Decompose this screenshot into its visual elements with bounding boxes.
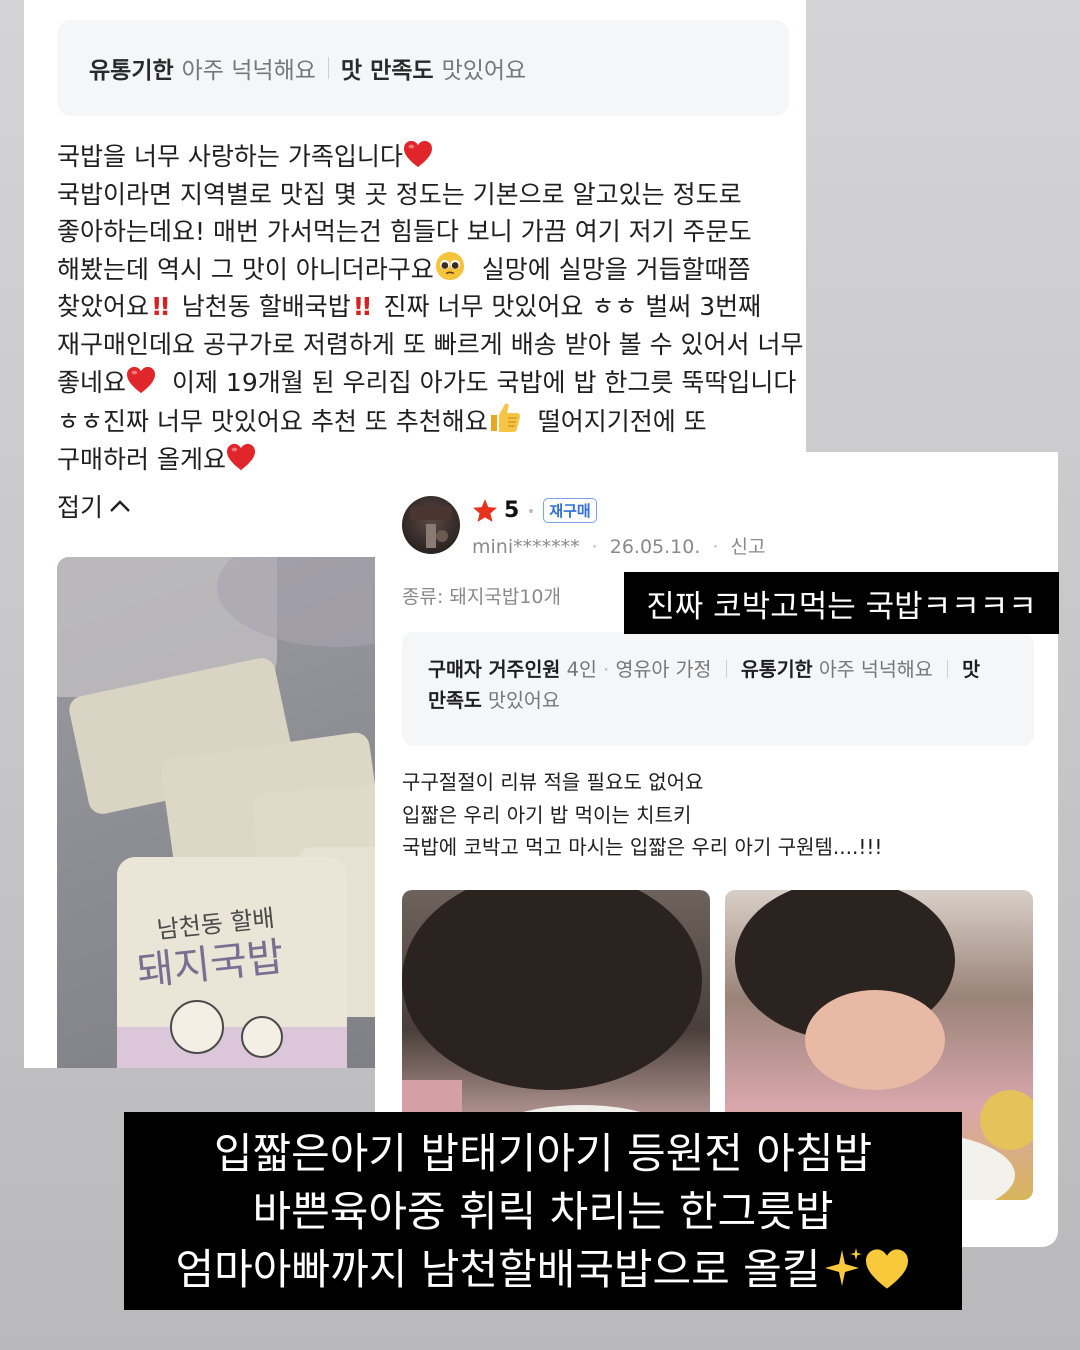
rating-score: 5: [504, 498, 520, 523]
review-line: 국밥이라면 지역별로 맛집 몇 곳 정도는 기본으로 알고있는 정도로: [57, 179, 742, 209]
review-line: 구매하러 올게요: [57, 444, 226, 474]
meta-dot: [529, 508, 534, 513]
review-line: 좋네요: [57, 367, 127, 397]
attr-divider: [725, 660, 727, 678]
attr-divider: [327, 57, 329, 79]
review-line: 재구매인데요 공구가로 저렴하게 또 빠르게 배송 받아 볼 수 있어서 너무: [57, 329, 804, 359]
heart-icon: [403, 140, 432, 168]
review-line: 국밥에 코박고 먹고 마시는 입짧은 우리 아기 구원템....!!!: [402, 835, 883, 859]
review-attributes: 유통기한 아주 넉넉해요 맛 만족도 맛있어요: [57, 20, 789, 116]
attr-key-taste: 맛 만족도: [340, 58, 434, 84]
lighthouse-avatar[interactable]: [402, 496, 460, 554]
attr-key-household: 구매자 거주인원: [428, 658, 561, 681]
fold-label: 접기: [57, 493, 104, 522]
fold-button[interactable]: 접기: [57, 488, 131, 524]
review-line: ㅎㅎ진짜 너무 맛있어요 추천 또 추천해요: [57, 407, 488, 437]
review-line: 좋아하는데요! 매번 가서먹는건 힘들다 보니 가끔 여기 저기 주문도: [57, 217, 752, 247]
star-icon: [473, 499, 497, 522]
attr-key-satisfaction: 만족도: [428, 689, 482, 712]
attr-divider: [946, 660, 948, 678]
attr-value-infant: 영유아 가정: [615, 658, 712, 681]
attr-value-taste: 맛있어요: [441, 58, 527, 84]
review-body: 구구절절이 리뷰 적을 필요도 없어요 입짧은 우리 아기 밥 먹이는 치트키 …: [402, 766, 1042, 864]
double-exclamation-icon: !!: [352, 292, 373, 322]
rebuy-badge: 재구매: [543, 498, 597, 523]
yellow-heart-icon: [866, 1249, 909, 1289]
review-line: 입짧은 우리 아기 밥 먹이는 치트키: [402, 802, 692, 827]
review-line: 남천동 할배국밥: [181, 292, 351, 322]
attr-key-expiry: 유통기한: [89, 58, 174, 84]
attr-value-satisfaction: 맛있어요: [488, 689, 560, 712]
attr-value-expiry: 아주 넉넉해요: [818, 658, 933, 681]
caption-line: 입짧은아기 밥태기아기 등원전 아침밥: [213, 1129, 873, 1178]
caption-top: 진짜 코박고먹는 국밥ㅋㅋㅋㅋ: [624, 572, 1059, 634]
review-line: 국밥을 너무 사랑하는 가족입니다: [57, 142, 403, 171]
review-line: 찾았어요: [57, 292, 150, 322]
review-line: 해봤는데 역시 그 맛이 아니더라구요: [57, 254, 434, 284]
review-line: 구구절절이 리뷰 적을 필요도 없어요: [402, 770, 704, 794]
sparkles-icon: [825, 1248, 863, 1286]
attr-value-expiry: 아주 넉넉해요: [181, 58, 316, 84]
review-line: 이제 19개월 된 우리집 아가도 국밥에 밥 한그릇 뚝딱입니다: [171, 367, 797, 397]
caption-line: 바쁜육아중 휘릭 차리는 한그릇밥: [252, 1187, 834, 1236]
review-body: 국밥을 너무 사랑하는 가족입니다 국밥이라면 지역별로 맛집 몇 곳 정도는 …: [57, 138, 804, 478]
heart-icon: [127, 366, 156, 393]
double-exclamation-icon: !!: [151, 292, 171, 322]
review-date: 26.05.10.: [609, 536, 701, 558]
caption-line: 엄마아빠까지 남천할배국밥으로 올킬: [175, 1245, 821, 1294]
heart-icon: [226, 443, 255, 470]
review-meta: mini******* · 26.05.10. · 신고: [472, 536, 766, 558]
attr-value-household: 4인: [566, 658, 597, 681]
attr-key-expiry: 유통기한: [740, 658, 813, 681]
rating-row: 5 재구매: [472, 498, 597, 523]
thumbs-up-icon: [490, 403, 520, 433]
pleading-face-icon: [435, 251, 464, 280]
report-link[interactable]: 신고: [731, 536, 766, 558]
chevron-up-icon: [110, 500, 130, 512]
review-line: 진짜 너무 맛있어요 ㅎㅎ 벌써 3번째: [383, 292, 762, 322]
product-option: 종류: 돼지국밥10개: [402, 586, 561, 608]
review-line: 실망에 실망을 거듭할때쯤: [481, 254, 751, 284]
review-line: 떨어지기전에 또: [537, 407, 707, 437]
caption-bottom: 입짧은아기 밥태기아기 등원전 아침밥 바쁜육아중 휘릭 차리는 한그릇밥 엄마…: [124, 1112, 962, 1310]
review-attributes: 구매자 거주인원 4인 · 영유아 가정 유통기한 아주 넉넉해요 맛 만족도 …: [402, 632, 1034, 746]
attr-key-taste: 맛: [962, 658, 981, 681]
reviewer-name: mini*******: [472, 536, 580, 558]
